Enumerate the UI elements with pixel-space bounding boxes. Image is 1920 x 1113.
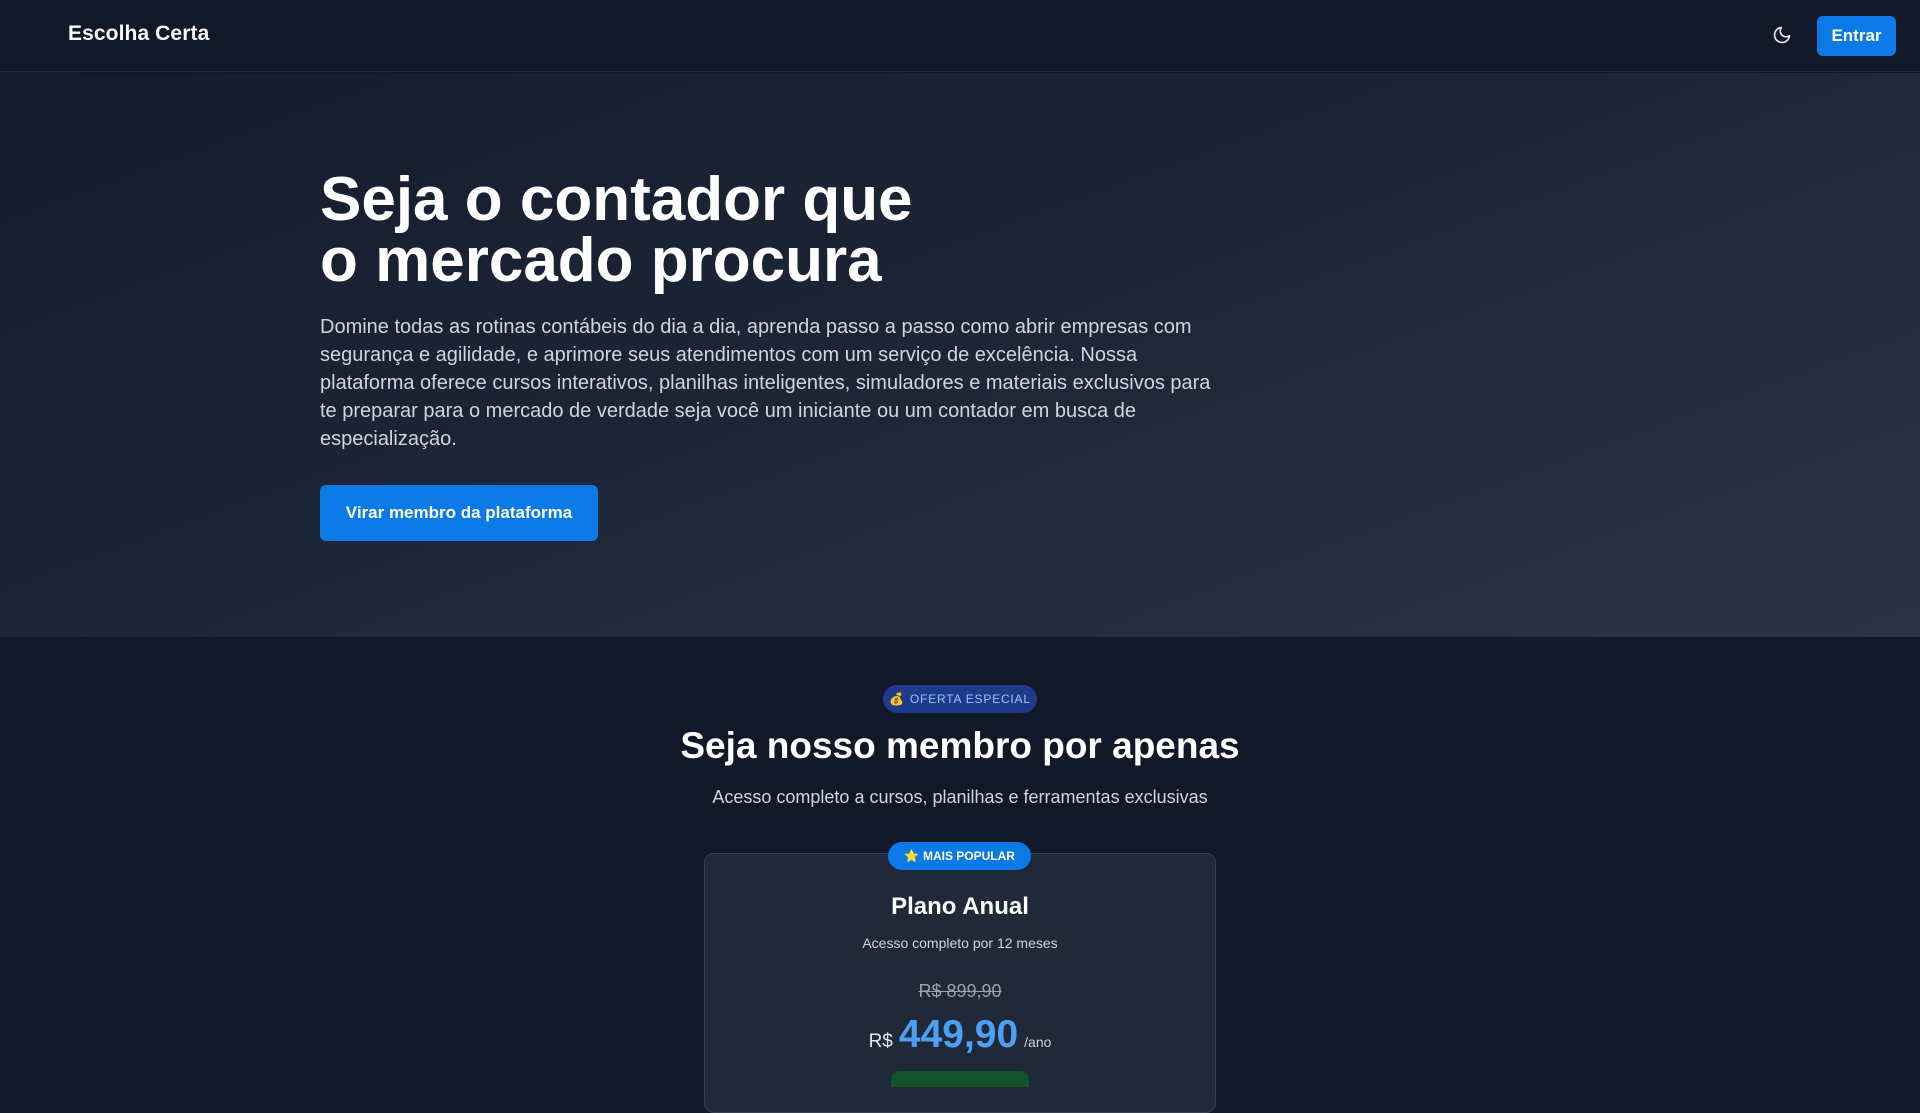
star-icon: ⭐ [904,849,919,863]
pricing-section: 💰 OFERTA ESPECIAL Seja nosso membro por … [0,637,1920,1113]
most-popular-badge: ⭐ MAIS POPULAR [888,842,1031,870]
special-offer-badge: 💰 OFERTA ESPECIAL [883,685,1037,713]
pricing-subtitle: Acesso completo a cursos, planilhas e fe… [712,787,1208,807]
moon-icon [1772,25,1792,48]
hero-title-line-1: Seja o contador que [320,165,913,234]
plan-old-price: R$ 899,90 [918,981,1002,1001]
theme-toggle-button[interactable] [1764,20,1800,52]
price-currency: R$ [868,1031,893,1052]
savings-badge [891,1071,1029,1087]
login-button[interactable]: Entrar [1817,16,1896,56]
pricing-title: Seja nosso membro por apenas [680,725,1240,766]
most-popular-label: MAIS POPULAR [922,849,1015,863]
hero-title-line-2: o mercado procura [320,226,882,295]
hero-description: Domine todas as rotinas contábeis do dia… [320,316,1211,450]
money-bag-icon: 💰 [889,692,905,706]
hero-section: Seja o contador que o mercado procura Do… [0,73,1920,637]
price-period: /ano [1024,1034,1052,1050]
brand-logo-text[interactable]: Escolha Certa [68,22,209,46]
plan-description: Acesso completo por 12 meses [862,935,1058,951]
become-member-button[interactable]: Virar membro da plataforma [320,485,598,541]
top-navbar: Escolha Certa Entrar [0,0,1920,72]
special-offer-label: OFERTA ESPECIAL [909,692,1031,706]
plan-name: Plano Anual [891,893,1029,920]
price-value: 449,90 [898,1013,1019,1056]
plan-price: R$ 449,90 /ano [0,1013,1920,1057]
hero-title: Seja o contador que o mercado procura [320,165,1120,295]
